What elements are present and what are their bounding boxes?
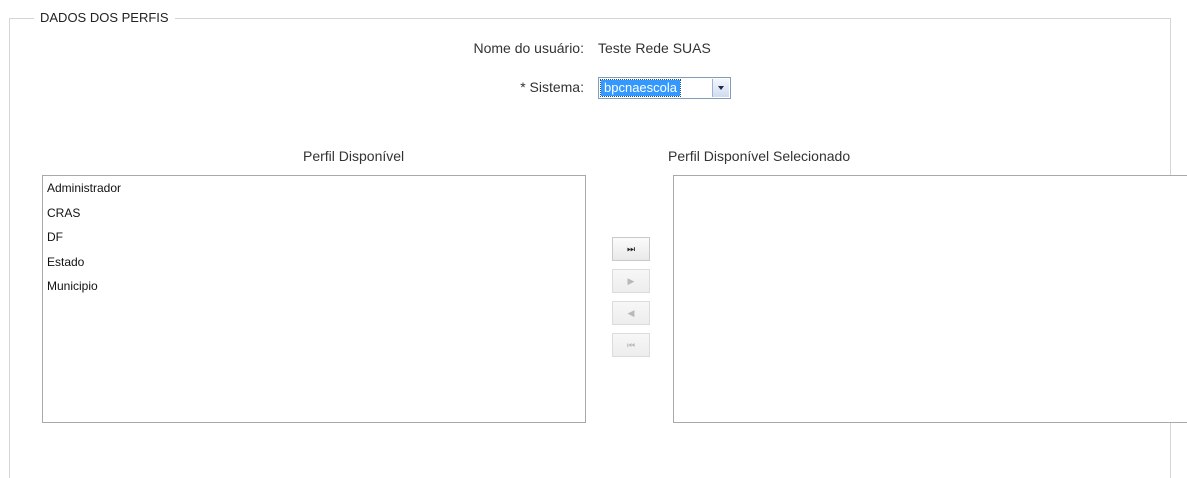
available-profiles-list[interactable]: Administrador CRAS DF Estado Municipio xyxy=(42,175,586,423)
rewind-icon: ⏮ xyxy=(626,340,636,350)
list-item[interactable]: DF xyxy=(43,225,585,250)
list-item[interactable]: Administrador xyxy=(43,176,585,201)
fast-forward-icon: ⏭ xyxy=(626,244,636,254)
move-left-button[interactable]: ◀ xyxy=(612,301,650,325)
system-select-value: bpcnaescola xyxy=(600,79,681,97)
user-name-label: Nome do usuário: xyxy=(473,40,584,56)
list-item[interactable]: CRAS xyxy=(43,201,585,226)
chevron-down-icon[interactable] xyxy=(712,79,729,97)
system-label: * Sistema: xyxy=(520,79,584,95)
move-right-button[interactable]: ▶ xyxy=(612,269,650,293)
system-select[interactable]: bpcnaescola xyxy=(598,77,731,99)
available-profiles-title: Perfil Disponível xyxy=(303,148,405,164)
list-item[interactable]: Municipio xyxy=(43,274,585,299)
back-icon: ◀ xyxy=(627,308,635,318)
fieldset-legend: DADOS DOS PERFIS xyxy=(34,10,175,25)
move-all-right-button[interactable]: ⏭ xyxy=(612,237,650,261)
move-all-left-button[interactable]: ⏮ xyxy=(612,333,650,357)
selected-profiles-title: Perfil Disponível Selecionado xyxy=(668,148,851,164)
list-item[interactable]: Estado xyxy=(43,250,585,275)
user-name-value: Teste Rede SUAS xyxy=(598,40,711,56)
play-icon: ▶ xyxy=(627,276,635,286)
selected-profiles-list[interactable] xyxy=(673,175,1187,423)
